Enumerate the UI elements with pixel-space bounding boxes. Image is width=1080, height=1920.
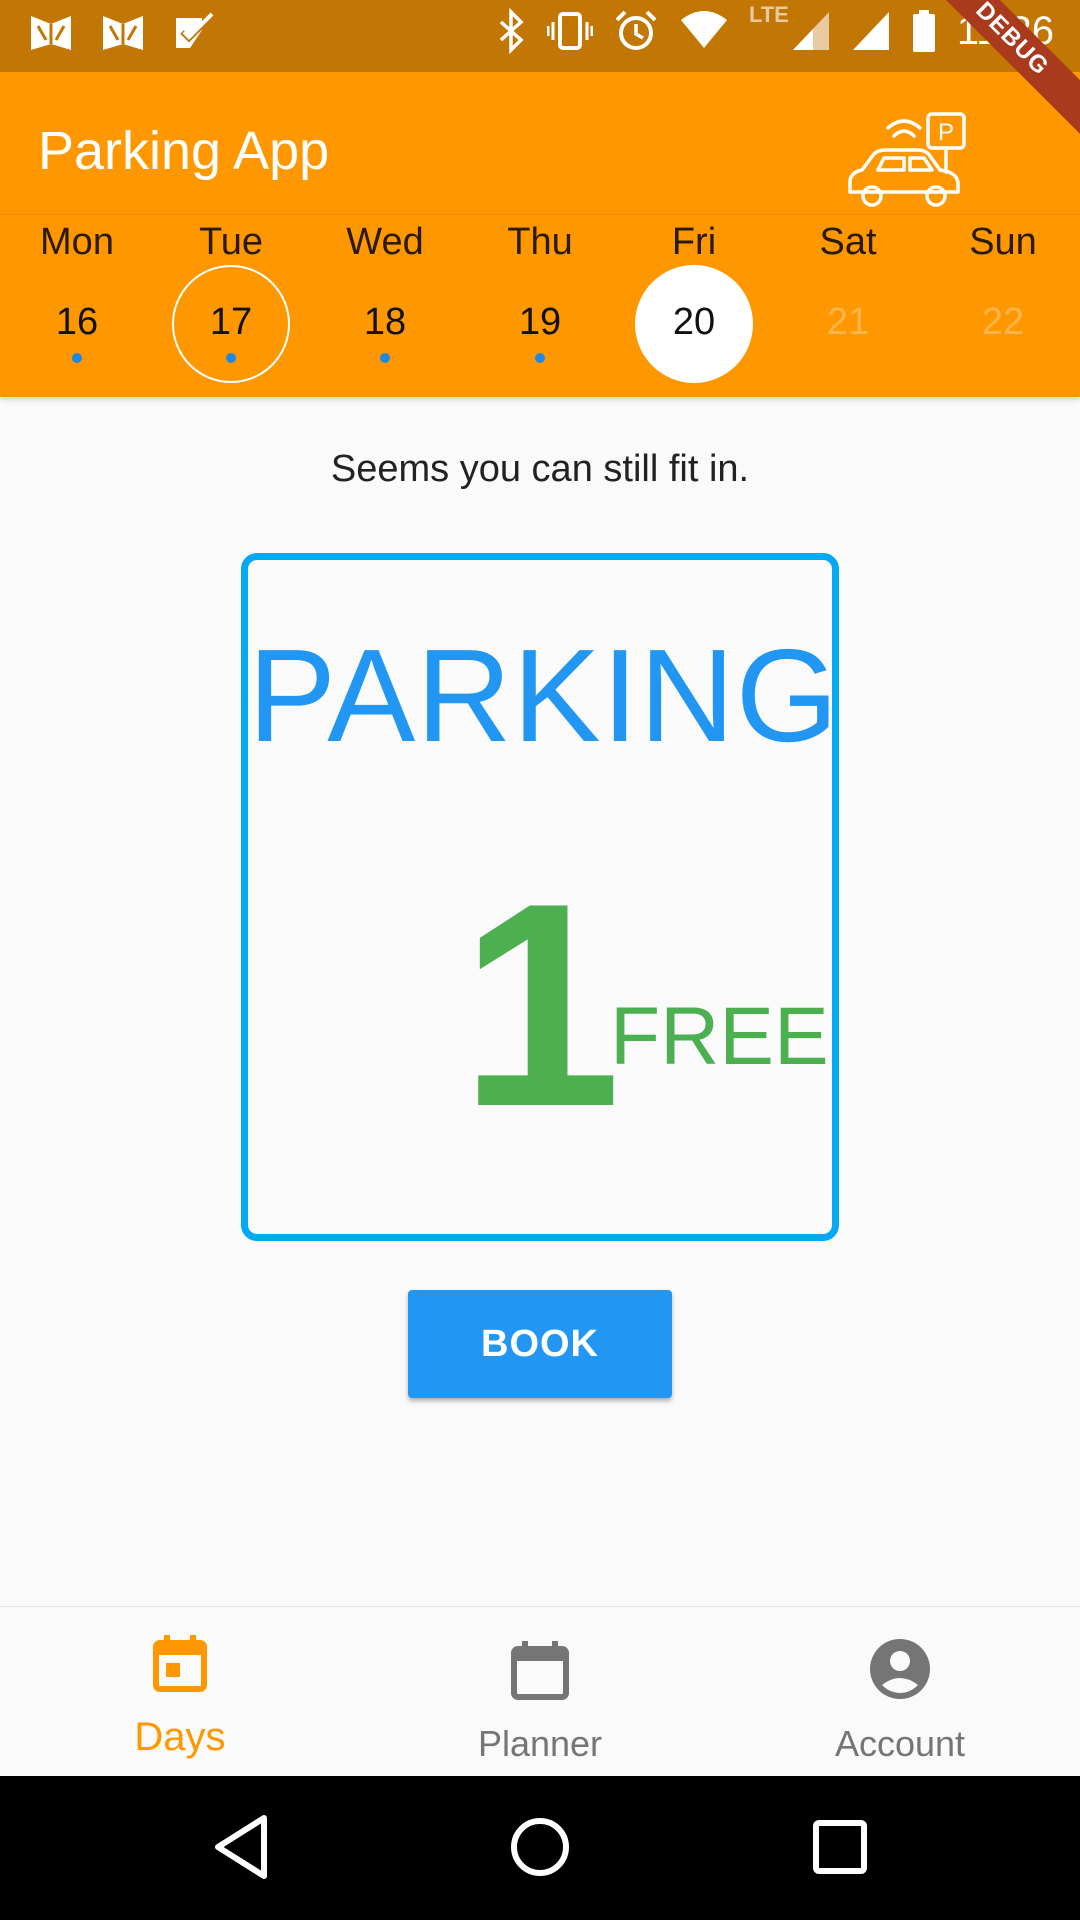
booking-dot [226, 353, 236, 363]
day-name: Wed [346, 221, 424, 263]
parking-title: PARKING [248, 622, 840, 769]
status-bar: LTE 11:36 [0, 0, 1080, 72]
day-mon[interactable]: Mon 16 [0, 215, 154, 397]
smart-parking-car-icon: P [844, 110, 968, 218]
mail-icon [100, 10, 146, 56]
booking-dot [72, 353, 82, 363]
day-name: Sat [819, 221, 877, 263]
calendar-icon [508, 1637, 572, 1705]
nav-item-planner[interactable]: Planner [360, 1607, 720, 1777]
day-date: 19 [518, 301, 562, 343]
wifi-icon [679, 8, 729, 54]
signal-icon [791, 8, 831, 54]
free-spots-count: 1 [460, 843, 622, 1167]
bluetooth-icon [497, 8, 527, 54]
day-date: 20 [672, 301, 716, 343]
vibrate-icon [546, 8, 593, 54]
lte-label: LTE [748, 2, 789, 27]
nav-item-days[interactable]: Days [0, 1607, 360, 1777]
availability-message: Seems you can still fit in. [330, 448, 750, 490]
recents-icon[interactable] [812, 1812, 868, 1886]
app-bar: Parking App P [0, 72, 1080, 214]
task-check-icon [172, 10, 218, 56]
mail-icon [28, 10, 74, 56]
day-tue[interactable]: Tue 17 [154, 215, 308, 397]
day-date: 17 [209, 301, 253, 343]
day-name: Sun [969, 221, 1037, 263]
battery-icon [911, 8, 937, 54]
signal-icon [851, 8, 891, 54]
week-strip: Mon 16 Tue 17 Wed 18 Thu 19 Fri 20 Sat 2… [0, 214, 1080, 397]
day-name: Mon [40, 221, 114, 263]
day-name: Fri [671, 221, 717, 263]
back-icon[interactable] [212, 1812, 272, 1886]
nav-label: Days [134, 1715, 226, 1759]
booking-dot [535, 353, 545, 363]
day-date: 21 [826, 301, 870, 343]
day-name: Tue [198, 221, 264, 263]
nav-label: Planner [477, 1723, 603, 1764]
book-button[interactable]: BOOK [408, 1290, 672, 1398]
day-date: 22 [981, 301, 1025, 343]
account-circle-icon [868, 1637, 932, 1705]
booking-dot [380, 353, 390, 363]
calendar-today-icon [150, 1633, 210, 1697]
day-name: Thu [507, 221, 573, 263]
day-date: 18 [363, 301, 407, 343]
parking-card: PARKING 1 FREE [241, 553, 839, 1241]
alarm-icon [613, 8, 659, 54]
app-title: Parking App [38, 121, 330, 181]
day-sat: Sat 21 [771, 215, 925, 397]
free-label: FREE [610, 991, 829, 1082]
day-date: 16 [55, 301, 99, 343]
day-fri[interactable]: Fri 20 [617, 215, 771, 397]
bottom-nav: Days Planner Account [0, 1606, 1080, 1777]
system-nav-bar [0, 1776, 1080, 1920]
day-thu[interactable]: Thu 19 [463, 215, 617, 397]
day-sun: Sun 22 [926, 215, 1080, 397]
home-icon[interactable] [508, 1812, 572, 1886]
day-wed[interactable]: Wed 18 [308, 215, 462, 397]
nav-item-account[interactable]: Account [720, 1607, 1080, 1777]
logo-letter: P [938, 119, 954, 146]
nav-label: Account [834, 1723, 966, 1764]
